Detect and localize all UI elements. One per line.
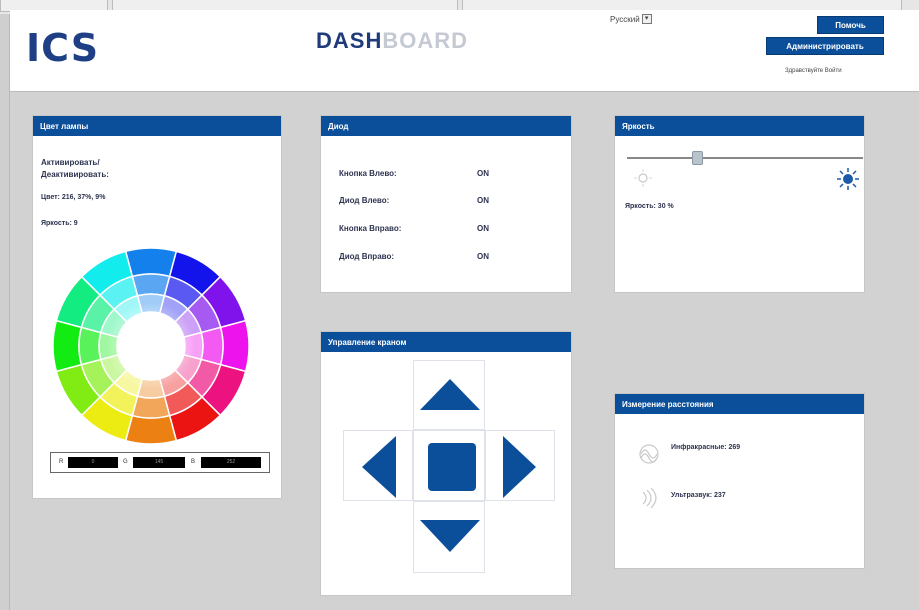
stop-button[interactable] [413, 430, 485, 501]
crane-control-panel: Управление краном [320, 331, 572, 596]
move-left-button[interactable] [343, 430, 413, 501]
lamp-color-panel: Цвет лампы Активировать/ Деактивировать:… [32, 115, 282, 499]
b-label: B [191, 459, 196, 465]
admin-button[interactable]: Администрировать [766, 37, 884, 55]
dashboard-header: ICS DASHBOARD Русский ▾ Помочь Администр… [10, 10, 919, 92]
panel-title: Яркость [615, 116, 864, 136]
brightness-value: Яркость: 9 [41, 220, 78, 227]
color-wheel-segment[interactable] [124, 414, 178, 445]
welcome-text: Здравствуйте Войти [785, 68, 842, 74]
color-wheel-segment[interactable] [219, 319, 250, 373]
color-wheel-segment[interactable] [200, 326, 224, 366]
move-up-button[interactable] [413, 360, 485, 430]
rgb-values: R 0 G 145 B 252 [50, 452, 270, 473]
title-dash: DASH [316, 28, 383, 53]
brightness-slider-thumb[interactable] [691, 151, 703, 165]
panel-title: Цвет лампы [33, 116, 281, 136]
deactivate-label[interactable]: Деактивировать: [41, 170, 109, 179]
diode-row-value: ON [477, 196, 489, 205]
color-wheel-segment[interactable] [131, 395, 171, 419]
diode-row-value: ON [477, 169, 489, 178]
r-value[interactable]: 0 [68, 457, 118, 468]
color-wheel-segment[interactable] [124, 247, 178, 278]
diode-row-value: ON [477, 224, 489, 233]
stop-square-icon [428, 443, 476, 491]
arrow-right-icon [503, 436, 536, 498]
brightness-slider-track[interactable] [627, 157, 863, 159]
r-label: R [59, 459, 64, 465]
diode-row-label: Диод Вправо: [339, 252, 395, 261]
move-down-button[interactable] [413, 501, 485, 573]
infrared-value: Инфракрасные: 269 [671, 444, 741, 451]
b-value[interactable]: 252 [201, 457, 261, 468]
g-value[interactable]: 145 [133, 457, 185, 468]
window-left-edge [0, 14, 10, 610]
diode-row-label: Кнопка Влево: [339, 169, 397, 178]
chevron-down-icon[interactable]: ▾ [641, 14, 652, 24]
title-board: BOARD [382, 28, 469, 53]
color-wheel-segment[interactable] [78, 326, 102, 366]
ics-logo: ICS [26, 26, 100, 70]
diode-row-label: Диод Влево: [339, 196, 390, 205]
diode-panel: Диод Кнопка Влево: ON Диод Влево: ON Кно… [320, 115, 572, 293]
activate-label[interactable]: Активировать/ [41, 158, 100, 167]
panel-title: Измерение расстояния [615, 394, 864, 414]
color-value: Цвет: 216, 37%, 9% [41, 194, 106, 201]
language-value: Русский [610, 14, 640, 24]
g-label: G [123, 459, 128, 465]
panel-title: Диод [321, 116, 571, 136]
ultrasound-value: Ультразвук: 237 [671, 492, 726, 499]
ultrasound-sensor-icon [642, 487, 657, 509]
diode-row-label: Кнопка Вправо: [339, 224, 402, 233]
diode-row-value: ON [477, 252, 489, 261]
color-wheel-segment[interactable] [131, 273, 171, 297]
help-button[interactable]: Помочь [817, 16, 884, 34]
infrared-sensor-icon [639, 444, 659, 464]
arrow-up-icon [420, 379, 480, 410]
language-select[interactable]: Русский ▾ [610, 14, 652, 24]
dim-sun-icon [634, 169, 652, 187]
move-right-button[interactable] [485, 430, 555, 501]
brightness-panel: Яркость Яркость: 30 % [614, 115, 865, 293]
color-wheel[interactable] [51, 246, 251, 446]
page-title: DASHBOARD [316, 28, 468, 54]
color-wheel-segment[interactable] [52, 319, 83, 373]
arrow-down-icon [420, 520, 480, 552]
panel-title: Управление краном [321, 332, 571, 352]
brightness-percent: Яркость: 30 % [625, 203, 674, 210]
distance-panel: Измерение расстояния Инфракрасные: 269 У… [614, 393, 865, 569]
bright-sun-icon [837, 168, 859, 190]
arrow-left-icon [362, 436, 396, 498]
